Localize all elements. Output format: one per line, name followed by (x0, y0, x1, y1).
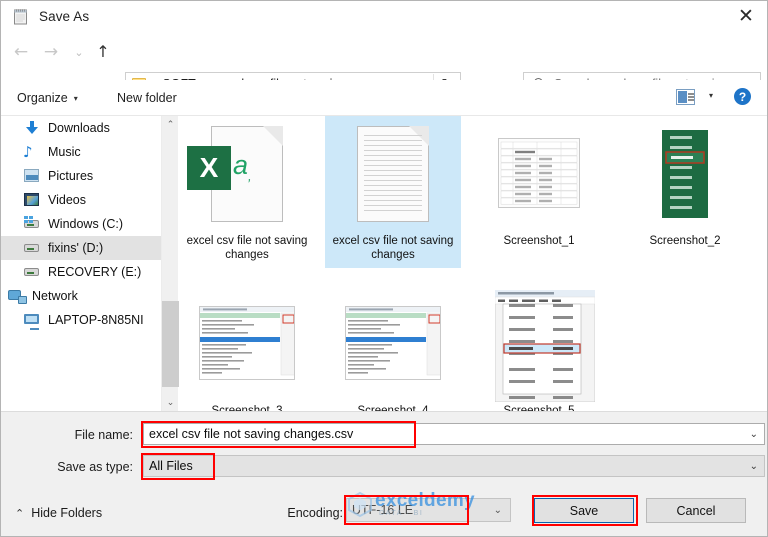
sidebar-item-pictures[interactable]: Pictures (1, 164, 161, 188)
file-tile[interactable]: Xa, excel csv file not saving changes (179, 116, 315, 268)
notepad-icon (12, 8, 30, 26)
videos-icon (23, 192, 41, 208)
download-icon (23, 120, 41, 136)
forward-icon[interactable]: → (39, 40, 63, 64)
command-bar: Organize ▾ New folder ▾ ? (1, 80, 767, 116)
sidebar-item-recovery-e[interactable]: RECOVERY (E:) (1, 260, 161, 284)
navigation-pane: Downloads ♪ Music Pictures Videos Windows (C:… (1, 116, 161, 411)
file-thumbnail (341, 290, 445, 402)
file-tile[interactable]: Screenshot_2 (617, 116, 753, 254)
screenshot-preview (662, 130, 708, 218)
close-icon[interactable]: ✕ (723, 1, 767, 32)
title-bar: Save As ✕ (1, 1, 767, 32)
chevron-up-icon: ⌃ (15, 506, 25, 520)
back-icon[interactable]: ← (9, 40, 33, 64)
save-as-type-label: Save as type: (57, 460, 133, 474)
encoding-label: Encoding: (287, 506, 343, 520)
recent-locations-chevron-icon[interactable]: ⌄ (67, 40, 91, 64)
file-thumbnail (487, 290, 596, 402)
screenshot-preview (199, 306, 295, 380)
cancel-button[interactable]: Cancel (646, 498, 746, 523)
file-thumbnail (487, 120, 591, 232)
page-shape (357, 126, 429, 222)
scrollbar-thumb[interactable] (162, 301, 179, 387)
save-as-type-dropdown[interactable]: All Files ⌄ (143, 455, 765, 477)
scroll-down-icon[interactable]: ⌄ (162, 394, 179, 411)
navigation-bar: ← → ⌄ ↑ « SOFT...›excel csv file not sav… (1, 32, 767, 95)
screenshot-preview (345, 306, 441, 380)
save-as-dialog: Save As ✕ ← → ⌄ ↑ « SOFT...›excel csv fi… (0, 0, 768, 537)
file-thumbnail (195, 290, 299, 402)
file-name-label: excel csv file not saving changes (332, 235, 454, 261)
computer-icon (23, 312, 41, 330)
pictures-icon (23, 168, 41, 184)
file-thumbnail (633, 120, 737, 232)
chevron-down-icon: ▾ (73, 93, 78, 103)
file-name-field[interactable]: excel csv file not saving changes.csv ⌄ (143, 423, 765, 445)
sidebar-item-label: RECOVERY (E:) (48, 265, 142, 279)
sidebar-item-label: Windows (C:) (48, 217, 124, 231)
sidebar-item-music[interactable]: ♪ Music (1, 140, 161, 164)
drive-icon (23, 216, 41, 232)
chevron-down-icon[interactable]: ▾ (709, 91, 713, 100)
file-thumbnail: Xa, (187, 120, 299, 232)
sidebar-item-network[interactable]: Network (1, 284, 161, 308)
sidebar-item-label: Downloads (48, 121, 110, 135)
save-button[interactable]: Save (534, 498, 634, 523)
up-icon[interactable]: ↑ (91, 40, 115, 64)
drive-icon (23, 240, 41, 256)
screenshot-preview (498, 138, 580, 208)
sidebar-item-windows-c[interactable]: Windows (C:) (1, 212, 161, 236)
screenshot-preview (495, 290, 596, 402)
navigation-scrollbar[interactable]: ⌃ ⌄ (161, 116, 179, 411)
file-tile[interactable]: Screenshot_3 (179, 286, 315, 424)
view-layout-icon[interactable] (676, 89, 695, 105)
window-title: Save As (39, 9, 90, 24)
sidebar-item-videos[interactable]: Videos (1, 188, 161, 212)
sidebar-item-label: Videos (48, 193, 86, 207)
hide-folders-label: Hide Folders (31, 506, 103, 520)
drive-icon (23, 264, 41, 280)
file-tile[interactable]: excel csv file not saving changes (325, 116, 461, 268)
file-tile[interactable]: Screenshot_1 (471, 116, 607, 254)
chevron-down-icon[interactable]: ⌄ (494, 505, 502, 516)
file-tile[interactable]: Screenshot_5 (471, 286, 607, 424)
hide-folders-button[interactable]: ⌃ Hide Folders (15, 506, 102, 520)
organize-button[interactable]: Organize ▾ (17, 89, 78, 107)
file-name-label: Screenshot_1 (503, 235, 575, 247)
chevron-down-icon[interactable]: ⌄ (750, 429, 758, 440)
sidebar-item-label: fixins' (D:) (48, 241, 104, 255)
file-name-label: File name: (74, 428, 133, 442)
organize-label: Organize (17, 91, 68, 105)
encoding-value: UTF-16 LE (352, 503, 414, 517)
chevron-down-icon[interactable]: ⌄ (750, 461, 758, 472)
sidebar-item-label: Pictures (48, 169, 94, 183)
sidebar-item-downloads[interactable]: Downloads (1, 116, 161, 140)
file-list-pane[interactable]: Xa, excel csv file not saving changes exce… (179, 116, 767, 417)
help-icon[interactable]: ? (734, 88, 751, 105)
file-name-value[interactable]: excel csv file not saving changes.csv (149, 427, 353, 441)
file-name-label: Screenshot_2 (649, 235, 721, 247)
save-as-type-value: All Files (149, 459, 193, 473)
sidebar-item-laptop-8n85ni[interactable]: LAPTOP-8N85NI (1, 308, 161, 332)
file-tile[interactable]: Screenshot_4 (325, 286, 461, 424)
scroll-up-icon[interactable]: ⌃ (162, 116, 179, 133)
music-icon: ♪ (23, 143, 33, 161)
page-fold (263, 126, 283, 146)
new-folder-button[interactable]: New folder (117, 89, 177, 107)
file-name-label: excel csv file not saving changes (186, 235, 308, 261)
csv-a-glyph: a, (233, 150, 252, 184)
encoding-dropdown[interactable]: UTF-16 LE ⌄ (346, 498, 511, 522)
excel-badge: X (187, 146, 231, 190)
file-thumbnail (341, 120, 445, 232)
sidebar-item-label: Network (32, 289, 78, 303)
sidebar-item-label: LAPTOP-8N85NI (48, 313, 144, 327)
sidebar-item-fixins-d[interactable]: fixins' (D:) (1, 236, 161, 260)
network-icon (7, 288, 27, 304)
sidebar-item-label: Music (48, 145, 81, 159)
page-lines (364, 135, 422, 215)
